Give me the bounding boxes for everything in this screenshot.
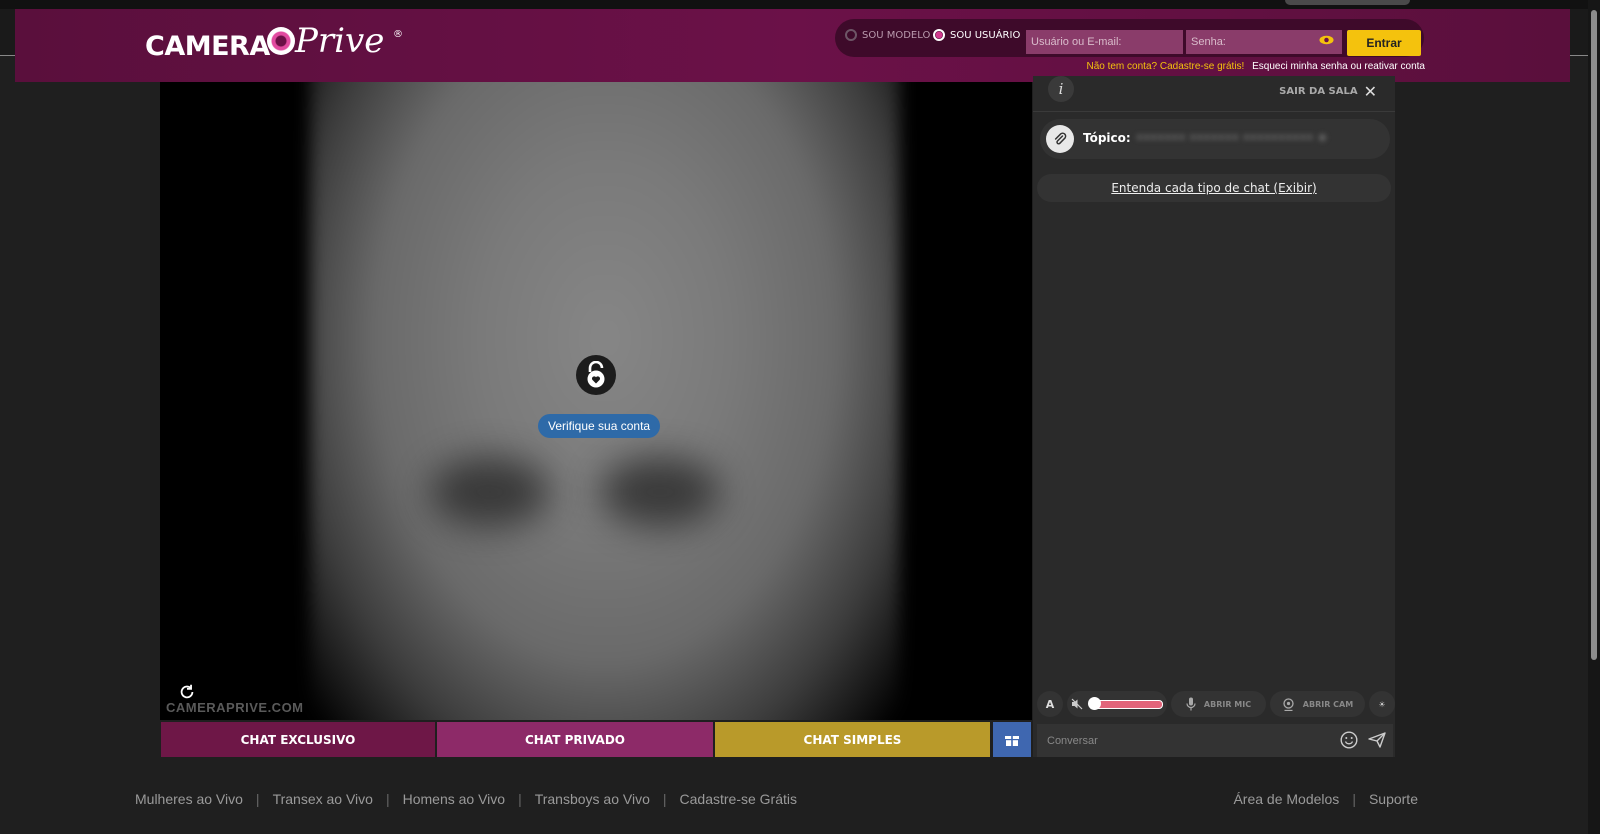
open-cam-button[interactable]: ABRIR CAM (1270, 691, 1365, 717)
footer-link-cadastre[interactable]: Cadastre-se Grátis (680, 791, 797, 807)
browser-top-strip (0, 0, 1600, 9)
radio-sou-modelo[interactable]: SOU MODELO (845, 29, 930, 41)
footer-link-area-modelos[interactable]: Área de Modelos (1233, 791, 1339, 807)
open-mic-button[interactable]: ABRIR MIC (1171, 691, 1266, 717)
gift-icon (1005, 735, 1019, 746)
video-watermark: CAMERAPRIVE.COM (166, 700, 304, 715)
login-button[interactable]: Entrar (1347, 30, 1421, 56)
forgot-password-link[interactable]: Esqueci minha senha ou reativar conta (1252, 61, 1425, 72)
lock-heart-icon (576, 355, 616, 395)
radio-label: SOU MODELO (862, 29, 931, 41)
open-mic-label: ABRIR MIC (1203, 699, 1252, 709)
send-icon[interactable] (1368, 732, 1386, 748)
logo-registered-mark: ® (393, 29, 403, 40)
blurred-video-preview (310, 82, 900, 720)
header-links: Não tem conta? Cadastre-se grátis! Esque… (1086, 61, 1425, 72)
footer-separator: | (662, 791, 667, 807)
blur-shadow (600, 457, 720, 527)
page-scrollbar[interactable] (1588, 0, 1600, 834)
topic-bar: Tópico: ••••••• ••••••• •••••••••• ✦ (1040, 119, 1390, 159)
emoji-icon[interactable] (1340, 731, 1358, 749)
scrollbar-thumb[interactable] (1591, 10, 1597, 660)
radio-dot-selected (933, 29, 945, 41)
microphone-icon (1186, 697, 1196, 711)
message-input[interactable] (1037, 724, 1333, 757)
site-footer: Mulheres ao Vivo | Transex ao Vivo | Hom… (0, 775, 1588, 834)
username-input[interactable] (1026, 30, 1183, 54)
chat-exclusive-button[interactable]: CHAT EXCLUSIVO (161, 722, 435, 757)
radio-dot (845, 29, 857, 41)
footer-link-mulheres[interactable]: Mulheres ao Vivo (135, 791, 243, 807)
leave-room-label: SAIR DA SALA (1279, 86, 1358, 97)
blur-shadow (430, 457, 550, 527)
volume-slider[interactable] (1088, 696, 1163, 710)
verify-account-button[interactable]: Verifique sua conta (538, 414, 661, 438)
video-player[interactable]: Verifique sua conta CAMERAPRIVE.COM (160, 82, 1032, 720)
chat-private-button[interactable]: CHAT PRIVADO (437, 722, 713, 757)
logo-word-prive: Prive (295, 21, 385, 61)
footer-separator: | (385, 791, 390, 807)
radio-sou-usuario[interactable]: SOU USUÁRIO (933, 29, 1020, 41)
topic-value: ••••••• ••••••• •••••••••• ✦ (1136, 131, 1328, 145)
gift-button[interactable] (993, 722, 1031, 757)
leave-room-button[interactable]: SAIR DA SALA ✕ (1279, 82, 1377, 101)
info-button[interactable]: i (1048, 76, 1074, 102)
radio-label: SOU USUÁRIO (950, 29, 1021, 41)
eye-icon[interactable] (1319, 35, 1334, 45)
logo-lens-icon (267, 27, 295, 55)
chat-panel: i SAIR DA SALA ✕ Tópico: ••••••• •••••••… (1033, 76, 1395, 757)
font-icon: A (1045, 697, 1055, 711)
volume-knob[interactable] (1088, 696, 1101, 710)
reload-icon[interactable] (178, 683, 196, 701)
footer-separator: | (518, 791, 522, 807)
paperclip-icon (1046, 125, 1074, 153)
site-logo[interactable]: CAMERA Prive ® (145, 21, 405, 71)
mute-icon (1071, 698, 1083, 710)
footer-link-transex[interactable]: Transex ao Vivo (273, 791, 373, 807)
login-bar: SOU MODELO SOU USUÁRIO Entrar (835, 19, 1424, 57)
brightness-button[interactable]: ☀ (1369, 691, 1395, 717)
footer-left-links: Mulheres ao Vivo | Transex ao Vivo | Hom… (135, 791, 797, 807)
site-header: CAMERA Prive ® SOU MODELO SOU USUÁRIO En… (15, 9, 1570, 82)
font-size-button[interactable]: A (1037, 691, 1063, 717)
footer-separator: | (1352, 791, 1356, 807)
topic-label: Tópico: (1083, 131, 1131, 145)
panel-divider (1033, 111, 1395, 112)
footer-separator: | (255, 791, 260, 807)
footer-link-homens[interactable]: Homens ao Vivo (403, 791, 505, 807)
footer-link-suporte[interactable]: Suporte (1369, 791, 1418, 807)
logo-word-camera: CAMERA (145, 31, 270, 62)
footer-right-links: Área de Modelos | Suporte (1233, 791, 1418, 807)
footer-link-transboys[interactable]: Transboys ao Vivo (535, 791, 650, 807)
left-gutter (0, 9, 15, 56)
message-bar (1037, 724, 1393, 757)
signup-link[interactable]: Não tem conta? Cadastre-se grátis! (1086, 61, 1244, 72)
close-icon: ✕ (1363, 82, 1377, 101)
volume-control[interactable] (1067, 691, 1167, 717)
chat-toolbar: A ABRIR MIC ABRIR CAM ☀ (1037, 691, 1395, 719)
sun-icon: ☀ (1378, 699, 1386, 709)
open-cam-label: ABRIR CAM (1302, 699, 1354, 709)
browser-tab-indicator (1285, 0, 1410, 5)
chat-types-link[interactable]: Entenda cada tipo de chat (Exibir) (1037, 174, 1391, 202)
chat-simple-button[interactable]: CHAT SIMPLES (715, 722, 990, 757)
webcam-icon (1283, 697, 1294, 711)
